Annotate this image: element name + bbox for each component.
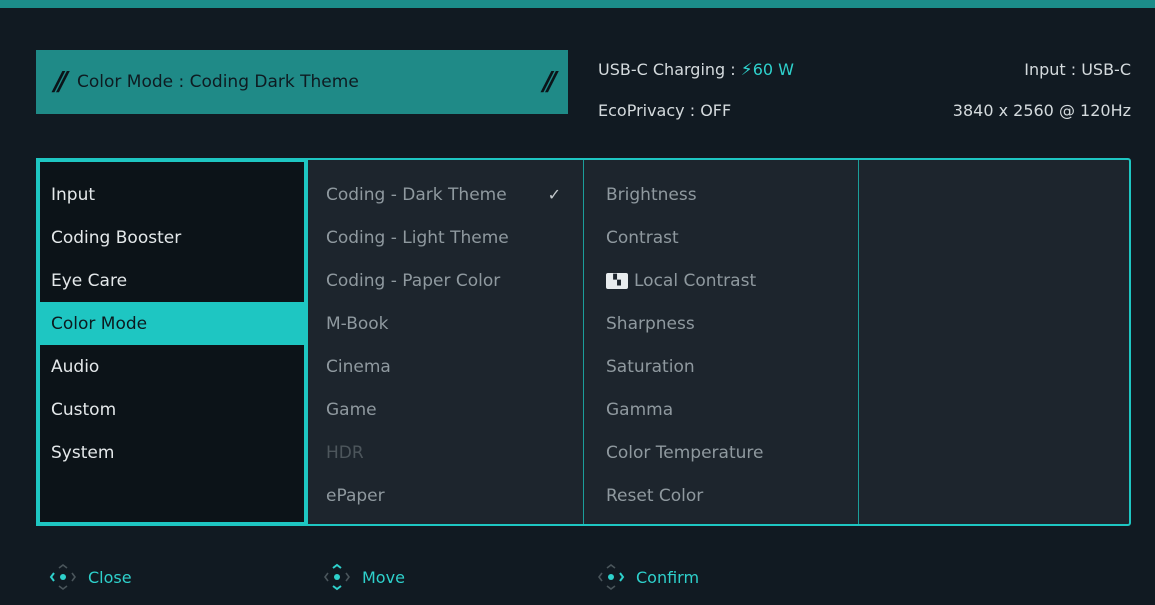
main-menu-item-audio[interactable]: Audio <box>40 345 304 388</box>
confirm-hint[interactable]: Confirm <box>596 562 699 592</box>
close-hint[interactable]: Close <box>48 562 132 592</box>
input-status: Input : USB-C <box>1024 60 1131 79</box>
charging-icon: ⚡ <box>740 60 753 80</box>
color-mode-item-hdr: HDR <box>326 442 364 463</box>
charging-value: 60 W <box>752 60 794 79</box>
setting-item-local-contrast[interactable]: ▚ Local Contrast <box>584 259 858 302</box>
joystick-right-icon <box>596 562 626 592</box>
close-label: Close <box>88 567 132 587</box>
color-mode-label: Coding - Dark Theme <box>326 184 507 205</box>
resolution-status: 3840 x 2560 @ 120Hz <box>952 101 1131 120</box>
main-menu-item-system[interactable]: System <box>40 431 304 474</box>
main-menu-item-color-mode[interactable]: Color Mode <box>36 302 308 345</box>
color-mode-item-m-book[interactable]: M-Book <box>308 302 583 345</box>
setting-label: Local Contrast <box>634 270 757 291</box>
move-hint[interactable]: Move <box>322 562 405 592</box>
main-menu-item-eye-care[interactable]: Eye Care <box>40 259 304 302</box>
menu-panel: Input Coding Booster Eye Care Color Mode… <box>36 158 1131 526</box>
detail-column <box>859 160 1129 524</box>
color-settings-list: Brightness Contrast ▚ Local Contrast Sha… <box>584 160 859 524</box>
setting-item-saturation[interactable]: Saturation <box>584 345 858 388</box>
joystick-left-icon <box>48 562 78 592</box>
ecoprivacy-status: EcoPrivacy : OFF <box>598 101 732 120</box>
move-label: Move <box>362 567 405 587</box>
setting-item-brightness[interactable]: Brightness <box>584 173 858 216</box>
setting-item-sharpness[interactable]: Sharpness <box>584 302 858 345</box>
joystick-updown-icon <box>322 562 352 592</box>
color-mode-item-cinema[interactable]: Cinema <box>308 345 583 388</box>
confirm-label: Confirm <box>636 567 700 587</box>
color-mode-item-coding-dark[interactable]: Coding - Dark Theme ✓ <box>308 173 583 216</box>
usbc-charging-status: USB-C Charging : ⚡60 W <box>598 60 794 80</box>
main-menu-item-coding-booster[interactable]: Coding Booster <box>40 216 304 259</box>
color-mode-list: Coding - Dark Theme ✓ Coding - Light The… <box>308 160 584 524</box>
color-mode-item-coding-paper[interactable]: Coding - Paper Color <box>308 259 583 302</box>
color-mode-item-coding-light[interactable]: Coding - Light Theme <box>308 216 583 259</box>
main-menu-item-input[interactable]: Input <box>40 173 304 216</box>
main-menu: Input Coding Booster Eye Care Color Mode… <box>36 158 308 526</box>
local-contrast-icon: ▚ <box>606 272 628 289</box>
main-menu-item-custom[interactable]: Custom <box>40 388 304 431</box>
slash-right-icon: // <box>543 67 557 97</box>
slash-left-icon: // <box>54 67 68 97</box>
setting-item-contrast[interactable]: Contrast <box>584 216 858 259</box>
setting-item-color-temperature[interactable]: Color Temperature <box>584 431 858 474</box>
color-mode-item-epaper[interactable]: ePaper <box>308 474 583 517</box>
current-mode-label: Color Mode : Coding Dark Theme <box>77 72 359 92</box>
checkmark-icon: ✓ <box>547 185 561 204</box>
setting-item-gamma[interactable]: Gamma <box>584 388 858 431</box>
color-mode-item-game[interactable]: Game <box>308 388 583 431</box>
color-mode-banner: // Color Mode : Coding Dark Theme // <box>36 50 568 114</box>
setting-item-reset-color[interactable]: Reset Color <box>584 474 858 517</box>
osd-screen: // Color Mode : Coding Dark Theme // USB… <box>0 0 1155 605</box>
charging-label: USB-C Charging : <box>598 60 736 79</box>
